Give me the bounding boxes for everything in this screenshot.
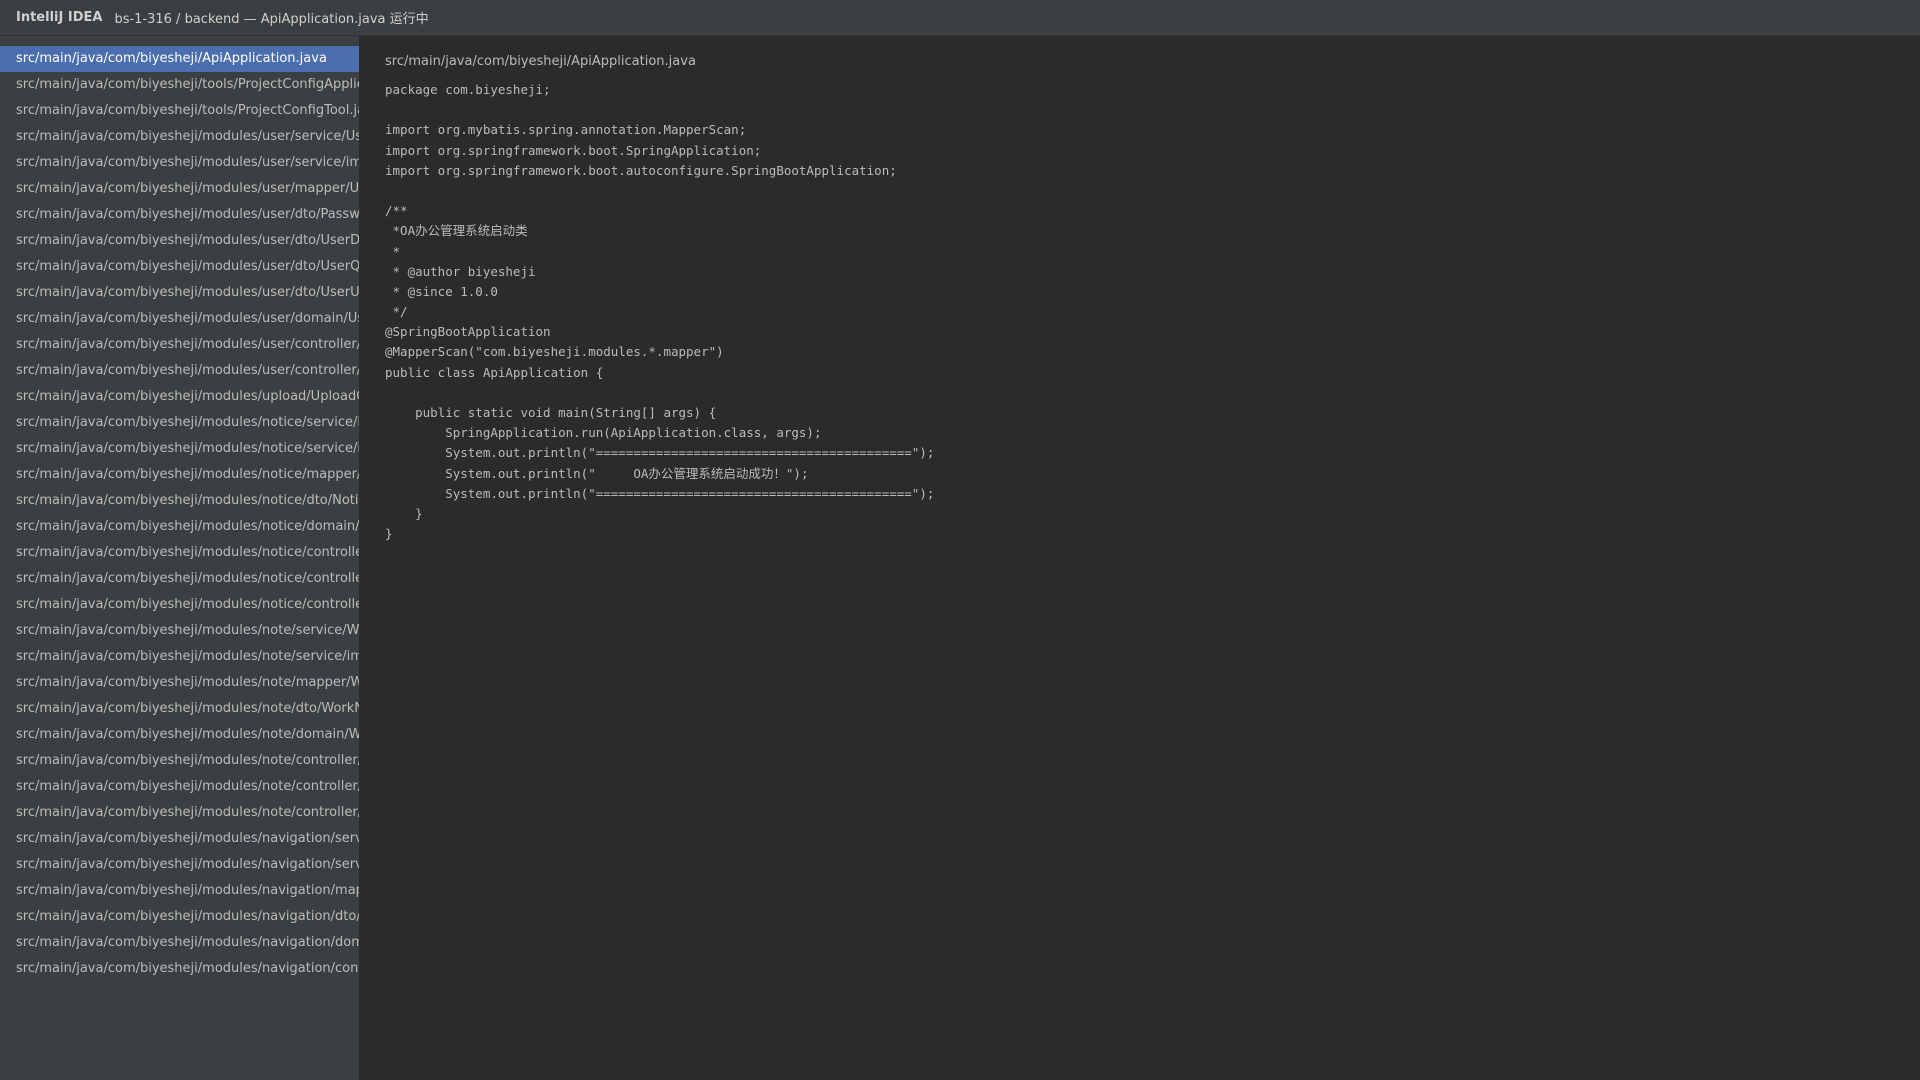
file-list-item[interactable]: src/main/java/com/biyesheji/modules/note… <box>0 696 359 722</box>
file-list-item[interactable]: src/main/java/com/biyesheji/modules/note… <box>0 800 359 826</box>
code-line: import org.springframework.boot.SpringAp… <box>385 142 762 158</box>
file-list-item[interactable]: src/main/java/com/biyesheji/modules/note… <box>0 748 359 774</box>
file-list-item[interactable]: src/main/java/com/biyesheji/ApiApplicati… <box>0 46 359 72</box>
code-line: System.out.println(" OA办公管理系统启动成功！"); <box>385 465 809 481</box>
title-bar: IntelliJ IDEA bs-1-316 / backend — ApiAp… <box>0 0 1920 36</box>
code-line: /** <box>385 203 408 219</box>
file-list-item[interactable]: src/main/java/com/biyesheji/tools/Projec… <box>0 72 359 98</box>
file-list-item[interactable]: src/main/java/com/biyesheji/modules/user… <box>0 228 359 254</box>
file-list-item[interactable]: src/main/java/com/biyesheji/modules/user… <box>0 254 359 280</box>
code-line: public class ApiApplication { <box>385 364 604 380</box>
file-list-item[interactable]: src/main/java/com/biyesheji/modules/navi… <box>0 930 359 956</box>
code-line: public static void main(String[] args) { <box>385 405 717 420</box>
file-list-item[interactable]: src/main/java/com/biyesheji/modules/user… <box>0 306 359 332</box>
code-line: SpringApplication.run(ApiApplication.cla… <box>385 425 822 441</box>
file-list-item[interactable]: src/main/java/com/biyesheji/modules/noti… <box>0 410 359 436</box>
file-list-item[interactable]: src/main/java/com/biyesheji/modules/navi… <box>0 904 359 930</box>
code-line: import org.springframework.boot.autoconf… <box>385 162 897 178</box>
file-list-item[interactable]: src/main/java/com/biyesheji/modules/note… <box>0 644 359 670</box>
code-line: * @author biyesheji <box>385 263 536 279</box>
file-list-item[interactable]: src/main/java/com/biyesheji/modules/navi… <box>0 956 359 982</box>
code-line: *OA办公管理系统启动类 <box>385 223 528 239</box>
file-list-item[interactable]: src/main/java/com/biyesheji/modules/noti… <box>0 514 359 540</box>
project-path: bs-1-316 / backend — ApiApplication.java… <box>114 12 429 27</box>
file-list-item[interactable]: src/main/java/com/biyesheji/modules/noti… <box>0 540 359 566</box>
code-content[interactable]: package com.biyesheji; import org.mybatis… <box>385 80 1920 544</box>
file-list-item[interactable]: src/main/java/com/biyesheji/modules/user… <box>0 202 359 228</box>
file-list-item[interactable]: src/main/java/com/biyesheji/modules/navi… <box>0 852 359 878</box>
file-list-item[interactable]: src/main/java/com/biyesheji/modules/note… <box>0 618 359 644</box>
file-list-item[interactable]: src/main/java/com/biyesheji/tools/Projec… <box>0 98 359 124</box>
file-list-item[interactable]: src/main/java/com/biyesheji/modules/user… <box>0 280 359 306</box>
file-list-item[interactable]: src/main/java/com/biyesheji/modules/user… <box>0 332 359 358</box>
code-line: System.out.println("====================… <box>385 485 935 501</box>
file-list-item[interactable]: src/main/java/com/biyesheji/modules/note… <box>0 774 359 800</box>
app-name: IntelliJ IDEA <box>16 10 103 25</box>
code-line: * <box>385 243 401 259</box>
file-list-item[interactable]: src/main/java/com/biyesheji/modules/user… <box>0 176 359 202</box>
code-line: * @since 1.0.0 <box>385 283 498 299</box>
file-list-item[interactable]: src/main/java/com/biyesheji/modules/noti… <box>0 462 359 488</box>
file-list-item[interactable]: src/main/java/com/biyesheji/modules/note… <box>0 670 359 696</box>
file-list-item[interactable]: src/main/java/com/biyesheji/modules/user… <box>0 124 359 150</box>
code-line: */ <box>385 304 408 320</box>
file-list-item[interactable]: src/main/java/com/biyesheji/modules/navi… <box>0 878 359 904</box>
file-list-item[interactable]: src/main/java/com/biyesheji/modules/uplo… <box>0 384 359 410</box>
code-line: @MapperScan("com.biyesheji.modules.*.map… <box>385 344 724 360</box>
code-line: package com.biyesheji; <box>385 82 551 97</box>
file-list: src/main/java/com/biyesheji/ApiApplicati… <box>0 36 359 982</box>
code-line: System.out.println("====================… <box>385 445 935 461</box>
code-line: } <box>385 505 423 521</box>
file-list-panel: src/main/java/com/biyesheji/ApiApplicati… <box>0 36 360 1080</box>
file-list-item[interactable]: src/main/java/com/biyesheji/modules/navi… <box>0 826 359 852</box>
code-line: import org.mybatis.spring.annotation.Map… <box>385 122 747 138</box>
file-list-item[interactable]: src/main/java/com/biyesheji/modules/noti… <box>0 488 359 514</box>
file-list-item[interactable]: src/main/java/com/biyesheji/modules/noti… <box>0 592 359 618</box>
file-list-item[interactable]: src/main/java/com/biyesheji/modules/user… <box>0 358 359 384</box>
editor-file-path: src/main/java/com/biyesheji/ApiApplicati… <box>385 54 696 69</box>
file-list-item[interactable]: src/main/java/com/biyesheji/modules/noti… <box>0 436 359 462</box>
code-line: } <box>385 526 393 542</box>
file-list-item[interactable]: src/main/java/com/biyesheji/modules/noti… <box>0 566 359 592</box>
file-list-item[interactable]: src/main/java/com/biyesheji/modules/user… <box>0 150 359 176</box>
code-line: @SpringBootApplication <box>385 324 551 340</box>
code-editor[interactable]: src/main/java/com/biyesheji/ApiApplicati… <box>361 36 1920 1080</box>
file-list-item[interactable]: src/main/java/com/biyesheji/modules/note… <box>0 722 359 748</box>
